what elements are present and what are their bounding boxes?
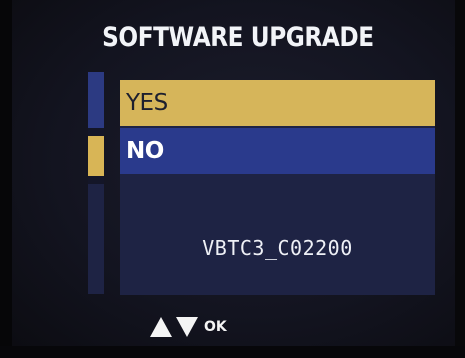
firmware-version: VBTC3_C02200 xyxy=(202,236,353,260)
down-arrow-icon xyxy=(176,317,198,337)
option-yes[interactable]: YES xyxy=(120,80,435,126)
screen-bezel-right xyxy=(455,0,465,358)
device-screen: SOFTWARE UPGRADE YES NO VBTC3_C02200 OK xyxy=(0,0,465,358)
option-no[interactable]: NO xyxy=(120,128,435,174)
navigation-hint: OK xyxy=(150,312,227,342)
page-title: SOFTWARE UPGRADE xyxy=(102,22,374,53)
scrollbar-track-top xyxy=(88,72,104,128)
screen-bezel-bottom xyxy=(0,346,465,358)
scrollbar-gap xyxy=(88,128,104,136)
scrollbar-thumb[interactable] xyxy=(88,136,104,176)
ok-label: OK xyxy=(204,319,227,335)
menu-panel: YES NO xyxy=(120,80,435,295)
scrollbar-gap xyxy=(88,176,104,184)
screen-bezel-left xyxy=(0,0,12,358)
up-arrow-icon xyxy=(150,317,172,337)
scrollbar-track-bottom xyxy=(88,184,104,294)
menu-scrollbar[interactable] xyxy=(88,72,104,294)
